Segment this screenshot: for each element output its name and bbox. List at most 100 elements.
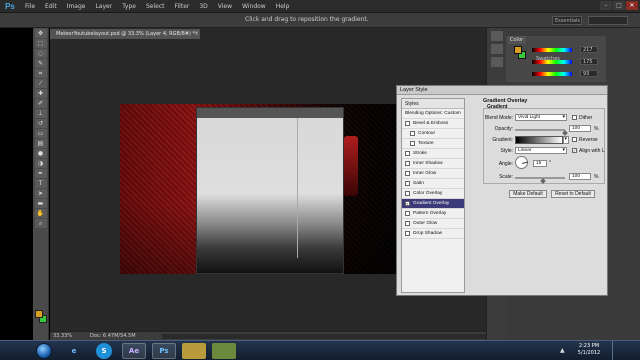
style-checkbox[interactable] [405, 221, 410, 226]
style-checkbox[interactable] [405, 191, 410, 196]
after-effects-icon[interactable]: Ae [122, 343, 146, 359]
move-tool-icon[interactable]: ✥ [34, 29, 47, 38]
green-slider[interactable] [532, 60, 572, 64]
history-panel-icon[interactable] [490, 31, 503, 41]
document-tab-close-icon[interactable]: × [194, 29, 199, 39]
red-value[interactable]: 217 [580, 46, 598, 53]
opacity-slider[interactable] [515, 129, 565, 131]
style-item[interactable]: Pattern Overlay [402, 209, 464, 219]
menu-window[interactable]: Window [237, 3, 271, 10]
horizontal-scrollbar[interactable] [162, 334, 502, 339]
style-checkbox[interactable] [405, 151, 410, 156]
path-selection-tool-icon[interactable]: ➤ [34, 189, 47, 198]
style-item[interactable]: Bevel & Emboss [402, 119, 464, 129]
menu-file[interactable]: File [20, 3, 40, 10]
reverse-checkbox[interactable] [572, 137, 577, 142]
shape-tool-icon[interactable]: ▬ [34, 199, 47, 208]
style-item[interactable]: ✓ Gradient Overlay [402, 199, 464, 209]
lasso-tool-icon[interactable]: ◌ [34, 49, 47, 58]
angle-dial[interactable] [515, 156, 529, 169]
style-item[interactable]: Inner Shadow [402, 159, 464, 169]
style-item[interactable]: Outer Glow [402, 219, 464, 229]
eraser-tool-icon[interactable]: ▭ [34, 129, 47, 138]
tray-expand-icon[interactable]: ▲ [560, 347, 565, 354]
foreground-color-swatch[interactable] [35, 310, 43, 318]
blend-mode-select[interactable]: Vivid Light [515, 114, 567, 121]
style-checkbox[interactable]: ✓ [405, 201, 410, 206]
start-button[interactable] [36, 343, 52, 359]
menu-type[interactable]: Type [117, 3, 141, 10]
blue-slider[interactable] [532, 72, 572, 76]
document-canvas[interactable] [120, 104, 410, 274]
style-item[interactable]: Texture [402, 139, 464, 149]
menu-filter[interactable]: Filter [170, 3, 195, 10]
eyedropper-tool-icon[interactable]: ⁄ [34, 79, 47, 88]
style-checkbox[interactable] [405, 231, 410, 236]
style-item[interactable]: Satin [402, 179, 464, 189]
style-item[interactable]: Color Overlay [402, 189, 464, 199]
style-checkbox[interactable] [405, 121, 410, 126]
document-size[interactable]: Doc: 6.47M/54.5M [90, 333, 136, 339]
style-checkbox[interactable] [410, 141, 415, 146]
dither-checkbox[interactable] [572, 115, 577, 120]
clone-stamp-tool-icon[interactable]: ⊥ [34, 109, 47, 118]
style-checkbox[interactable] [405, 181, 410, 186]
search-field[interactable] [588, 16, 628, 25]
healing-brush-tool-icon[interactable]: ✚ [34, 89, 47, 98]
crop-tool-icon[interactable]: ⌗ [34, 69, 47, 78]
scale-slider[interactable] [515, 177, 565, 179]
gradient-dropdown[interactable] [563, 136, 569, 144]
maximize-button[interactable]: □ [613, 1, 625, 10]
style-checkbox[interactable] [405, 211, 410, 216]
quick-select-tool-icon[interactable]: ✎ [34, 59, 47, 68]
red-slider[interactable] [532, 48, 572, 52]
zoom-tool-icon[interactable]: ⌕ [34, 219, 47, 228]
color-tab[interactable]: Color [508, 36, 526, 44]
zoom-level[interactable]: 33.33% [53, 333, 72, 339]
style-item[interactable]: Drop Shadow [402, 229, 464, 239]
style-checkbox[interactable] [410, 131, 415, 136]
type-tool-icon[interactable]: T [34, 179, 47, 188]
align-with-layer-checkbox[interactable]: ✓ [572, 148, 577, 153]
properties-panel-icon[interactable] [490, 44, 503, 54]
menu-layer[interactable]: Layer [90, 3, 117, 10]
styles-header[interactable]: Styles [402, 99, 464, 109]
marquee-tool-icon[interactable]: ⬚ [34, 39, 47, 48]
angle-input[interactable]: 15 [533, 160, 547, 167]
green-value[interactable]: 175 [580, 58, 598, 65]
style-checkbox[interactable] [405, 171, 410, 176]
gradient-overlay-layer[interactable] [196, 107, 344, 274]
style-checkbox[interactable] [405, 161, 410, 166]
folder-icon[interactable] [182, 343, 206, 359]
photoshop-taskbar-icon[interactable]: Ps [152, 343, 176, 359]
menu-3d[interactable]: 3D [194, 3, 212, 10]
style-item[interactable]: Inner Glow [402, 169, 464, 179]
menu-view[interactable]: View [213, 3, 237, 10]
menu-select[interactable]: Select [141, 3, 170, 10]
gradient-tool-icon[interactable]: ▤ [34, 139, 47, 148]
style-item[interactable]: Stroke [402, 149, 464, 159]
dodge-tool-icon[interactable]: ◑ [34, 159, 47, 168]
menu-help[interactable]: Help [271, 3, 295, 10]
menu-edit[interactable]: Edit [40, 3, 62, 10]
history-brush-tool-icon[interactable]: ↺ [34, 119, 47, 128]
reset-to-default-button[interactable]: Reset to Default [551, 190, 595, 198]
hand-tool-icon[interactable]: ✋ [34, 209, 47, 218]
workspace-switcher[interactable]: Essentials [552, 16, 582, 25]
gradient-style-select[interactable]: Linear [515, 147, 567, 154]
opacity-input[interactable]: 100 [569, 125, 591, 132]
app-icon[interactable] [212, 343, 236, 359]
show-desktop-button[interactable] [612, 341, 620, 360]
close-button[interactable]: ✕ [626, 1, 638, 10]
make-default-button[interactable]: Make Default [509, 190, 547, 198]
color-panel-foreground-swatch[interactable] [514, 46, 522, 54]
system-clock[interactable]: 2:23 PM 5/1/2012 [574, 343, 604, 357]
pen-tool-icon[interactable]: ✒ [34, 169, 47, 178]
internet-explorer-icon[interactable]: e [62, 343, 86, 359]
blur-tool-icon[interactable]: ● [34, 149, 47, 158]
minimize-button[interactable]: – [600, 1, 612, 10]
info-panel-icon[interactable] [490, 57, 503, 67]
skype-icon[interactable]: S [96, 343, 112, 359]
menu-image[interactable]: Image [62, 3, 91, 10]
document-tab[interactable]: MeteorYoutubelayout.psd @ 33.3% (Layer 4… [50, 29, 200, 39]
